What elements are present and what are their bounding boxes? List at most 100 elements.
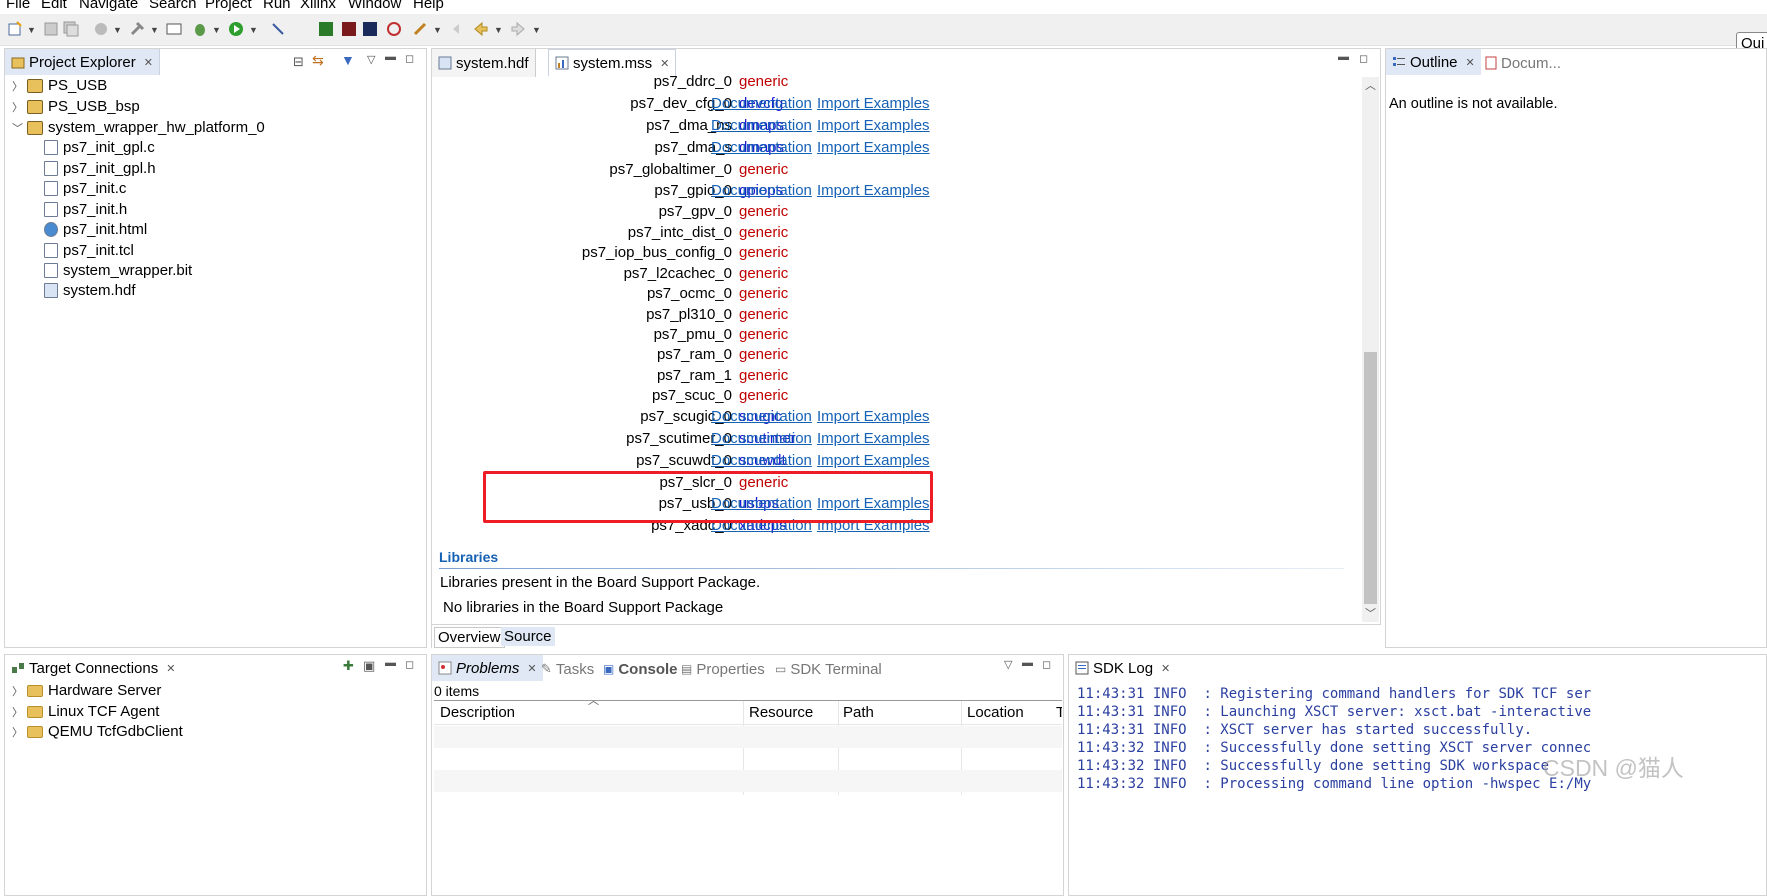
tab-documentation[interactable]: Docum... xyxy=(1479,49,1567,77)
tab-console[interactable]: ▣ Console xyxy=(597,655,684,683)
import-examples-link[interactable]: Import Examples xyxy=(817,139,930,156)
terminal-icon[interactable] xyxy=(166,21,182,37)
scroll-up-icon[interactable]: ︿ xyxy=(1365,77,1376,93)
column-location[interactable]: Location xyxy=(967,704,1024,721)
menu-help[interactable]: Help xyxy=(413,0,444,12)
debug-icon[interactable] xyxy=(192,21,208,37)
tree-item-ps-usb[interactable]: 〉 PS_USB xyxy=(12,77,107,94)
tree-item-linux-tcf-agent[interactable]: 〉 Linux TCF Agent xyxy=(12,703,159,720)
last-edit-icon[interactable] xyxy=(451,21,467,37)
documentation-link[interactable]: Documentation xyxy=(711,430,812,447)
chevron-right-icon[interactable]: 〉 xyxy=(12,724,23,740)
tree-item-file[interactable]: ps7_init_gpl.h xyxy=(44,160,156,177)
menu-search[interactable]: Search xyxy=(149,0,197,12)
tree-item-file[interactable]: ps7_init_gpl.c xyxy=(44,139,155,156)
menu-xilinx[interactable]: Xilinx xyxy=(300,0,336,12)
tree-item-file[interactable]: system_wrapper.bit xyxy=(44,262,192,279)
maximize-icon[interactable]: ◻ xyxy=(1359,52,1368,65)
minimize-icon[interactable]: ▬ xyxy=(385,657,396,669)
tab-project-explorer[interactable]: Project Explorer ✕ xyxy=(5,49,160,75)
import-examples-link[interactable]: Import Examples xyxy=(817,117,930,134)
save-icon[interactable] xyxy=(43,21,59,37)
scroll-down-icon[interactable]: ﹀ xyxy=(1365,605,1376,621)
tab-problems[interactable]: Problems ✕ xyxy=(432,655,543,681)
table-row[interactable] xyxy=(434,770,1062,792)
documentation-link[interactable]: Documentation xyxy=(711,117,812,134)
pin-icon[interactable] xyxy=(412,21,428,37)
close-icon[interactable]: ✕ xyxy=(1466,56,1475,69)
xsct-console-icon[interactable] xyxy=(362,21,378,37)
skip-icon[interactable] xyxy=(270,21,286,37)
run-icon[interactable] xyxy=(228,21,244,37)
tree-item-file[interactable]: ps7_init.html xyxy=(44,221,147,238)
chevron-right-icon[interactable]: 〉 xyxy=(12,99,23,115)
dropdown-icon[interactable]: ▼ xyxy=(494,25,503,35)
target-icon[interactable] xyxy=(386,21,402,37)
save-all-icon[interactable] xyxy=(63,21,79,37)
close-icon[interactable]: ✕ xyxy=(166,662,175,675)
tree-item-qemu-tcfgdbclient[interactable]: 〉 QEMU TcfGdbClient xyxy=(12,723,183,740)
column-type[interactable]: T xyxy=(1056,704,1062,721)
documentation-link[interactable]: Documentation xyxy=(711,408,812,425)
menu-window[interactable]: Window xyxy=(348,0,401,12)
new-connection-icon[interactable]: ✚ xyxy=(343,658,354,674)
documentation-link[interactable]: Documentation xyxy=(711,139,812,156)
dropdown-icon[interactable]: ▼ xyxy=(150,25,159,35)
import-examples-link[interactable]: Import Examples xyxy=(817,452,930,469)
dropdown-icon[interactable]: ▼ xyxy=(249,25,258,35)
chevron-right-icon[interactable]: 〉 xyxy=(12,683,23,699)
view-menu-icon[interactable]: ▽ xyxy=(367,53,375,66)
tree-item-ps-usb-bsp[interactable]: 〉 PS_USB_bsp xyxy=(12,98,140,115)
table-row[interactable] xyxy=(434,726,1062,748)
hammer-icon[interactable] xyxy=(129,21,145,37)
new-icon[interactable] xyxy=(7,21,23,37)
tab-target-connections[interactable]: Target Connections ✕ xyxy=(5,655,181,681)
minimize-icon[interactable]: ▬ xyxy=(385,51,396,63)
documentation-link[interactable]: Documentation xyxy=(711,182,812,199)
program-fpga-icon[interactable] xyxy=(318,21,334,37)
xilinx-tool-icon[interactable] xyxy=(341,21,357,37)
dropdown-icon[interactable]: ▼ xyxy=(113,25,122,35)
menu-run[interactable]: Run xyxy=(263,0,291,12)
tree-item-file[interactable]: ps7_init.h xyxy=(44,201,127,218)
scrollbar-thumb[interactable] xyxy=(1364,352,1377,604)
tree-item-file[interactable]: system.hdf xyxy=(44,282,136,299)
tree-item-file[interactable]: ps7_init.tcl xyxy=(44,242,134,259)
tab-overview[interactable]: Overview xyxy=(434,627,505,648)
maximize-icon[interactable]: ◻ xyxy=(405,658,414,671)
dropdown-icon[interactable]: ▼ xyxy=(532,25,541,35)
menu-edit[interactable]: Edit xyxy=(41,0,67,12)
column-description[interactable]: Description xyxy=(440,704,515,721)
tree-item-file[interactable]: ps7_init.c xyxy=(44,180,126,197)
import-examples-link[interactable]: Import Examples xyxy=(817,408,930,425)
build-icon[interactable] xyxy=(93,21,109,37)
dropdown-icon[interactable]: ▼ xyxy=(212,25,221,35)
tree-item-hardware-server[interactable]: 〉 Hardware Server xyxy=(12,682,161,699)
tab-properties[interactable]: ▤ Properties xyxy=(675,655,771,683)
dropdown-icon[interactable]: ▼ xyxy=(433,25,442,35)
filter-icon[interactable]: ▼ xyxy=(341,52,355,68)
tab-system-mss[interactable]: system.mss ✕ xyxy=(548,49,677,76)
menu-file[interactable]: File xyxy=(6,0,30,12)
menu-navigate[interactable]: Navigate xyxy=(79,0,138,12)
tree-item-hw-platform[interactable]: ﹀ system_wrapper_hw_platform_0 xyxy=(12,119,265,136)
minimize-icon[interactable]: ▬ xyxy=(1022,657,1033,669)
tab-tasks[interactable]: ✎ Tasks xyxy=(535,655,600,683)
close-icon[interactable]: ✕ xyxy=(1161,662,1170,675)
chevron-down-icon[interactable]: ﹀ xyxy=(12,120,23,136)
column-resource[interactable]: Resource xyxy=(749,704,813,721)
documentation-link[interactable]: Documentation xyxy=(711,452,812,469)
maximize-icon[interactable]: ◻ xyxy=(1042,658,1051,671)
documentation-link[interactable]: Documentation xyxy=(711,95,812,112)
chevron-right-icon[interactable]: 〉 xyxy=(12,704,23,720)
close-icon[interactable]: ✕ xyxy=(660,57,669,70)
import-examples-link[interactable]: Import Examples xyxy=(817,430,930,447)
import-examples-link[interactable]: Import Examples xyxy=(817,182,930,199)
collapse-all-icon[interactable]: ⊟ xyxy=(293,54,304,70)
chevron-right-icon[interactable]: 〉 xyxy=(12,78,23,94)
dropdown-icon[interactable]: ▼ xyxy=(27,25,36,35)
vertical-scrollbar[interactable]: ︿ ﹀ xyxy=(1362,77,1379,622)
import-examples-link[interactable]: Import Examples xyxy=(817,95,930,112)
close-icon[interactable]: ✕ xyxy=(144,56,153,69)
tab-sdk-terminal[interactable]: ▭ SDK Terminal xyxy=(769,655,888,683)
